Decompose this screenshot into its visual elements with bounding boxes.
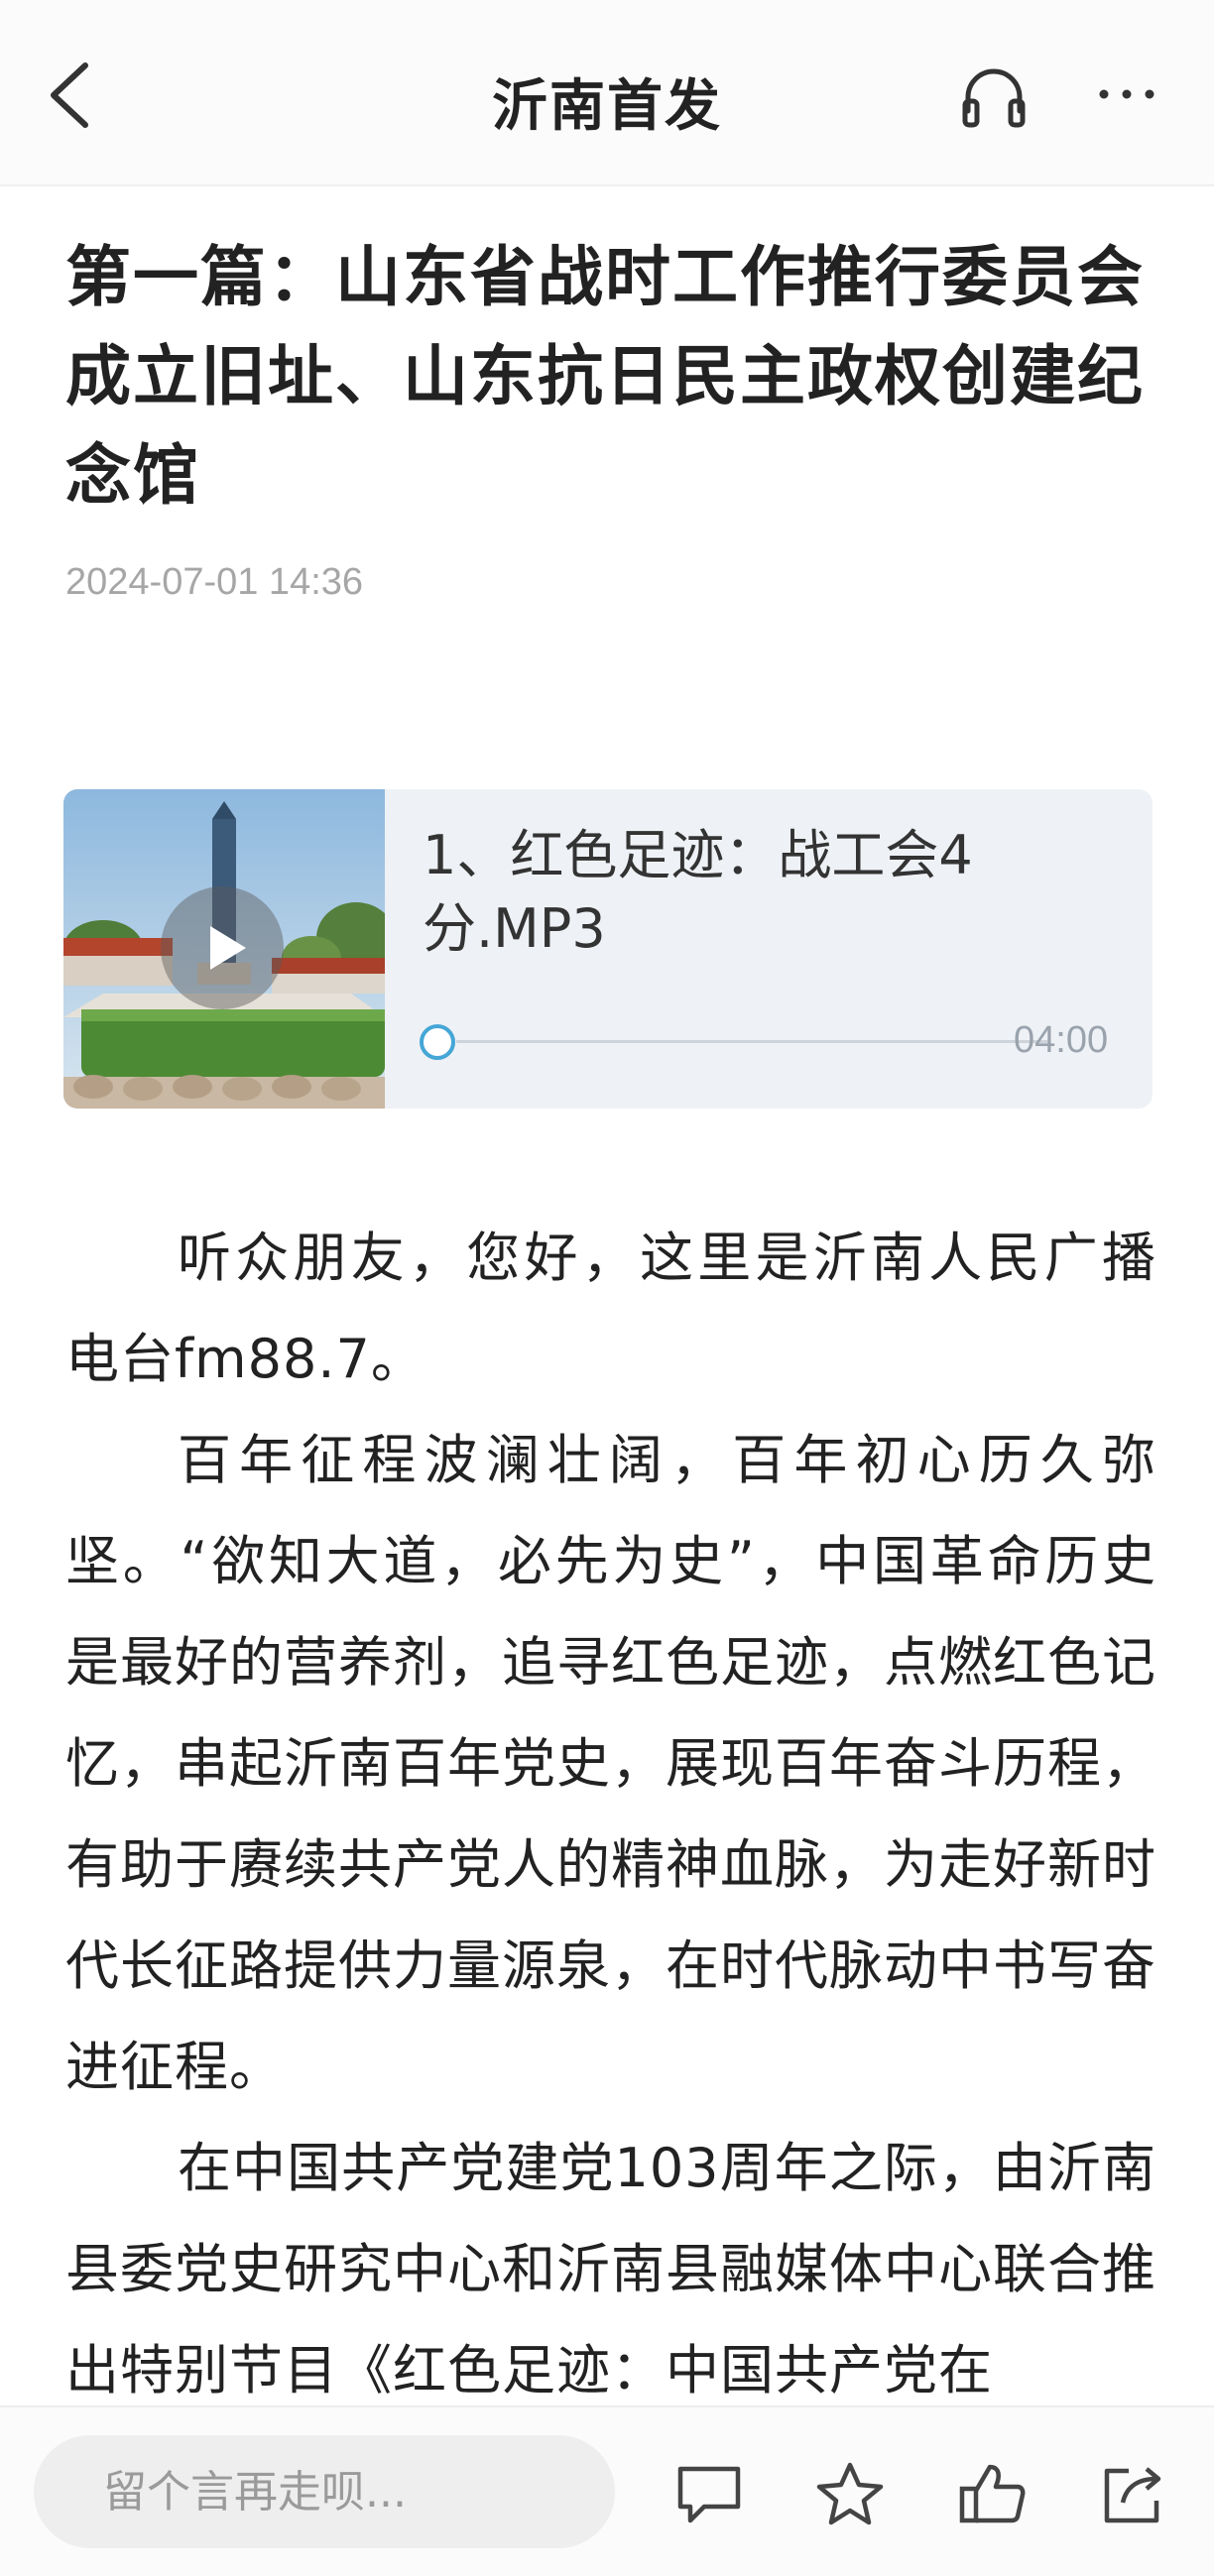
bottom-action-bar [0, 2405, 1214, 2576]
share-icon[interactable] [1099, 2461, 1168, 2526]
comment-icon[interactable] [674, 2461, 744, 2526]
progress-slider-handle[interactable] [420, 1024, 455, 1060]
page-title: 沂南首发 [492, 74, 722, 139]
audio-file-name: 1、红色足迹：战工会4分.MP3 [423, 824, 973, 960]
audio-player-card[interactable]: 1、红色足迹：战工会4分.MP3 04:00 [63, 789, 1153, 1109]
top-nav-bar: 沂南首发 [0, 0, 1214, 186]
play-icon [210, 926, 246, 970]
more-icon[interactable] [1096, 79, 1157, 109]
star-icon[interactable] [815, 2461, 885, 2526]
article-body: 听众朋友，您好，这里是沂南人民广播电台fm88.7。 百年征程波澜壮阔，百年初心… [65, 1208, 1156, 2421]
audio-duration: 04:00 [1014, 1019, 1109, 1061]
progress-track[interactable] [456, 1040, 1047, 1043]
publish-date: 2024-07-01 14:36 [65, 561, 364, 603]
body-paragraph: 在中国共产党建党103周年之际，由沂南县委党史研究中心和沂南县融媒体中心联合推出… [65, 2137, 1156, 2401]
comment-input[interactable] [34, 2435, 615, 2548]
body-paragraph: 听众朋友，您好，这里是沂南人民广播电台fm88.7。 [65, 1227, 1156, 1390]
thumbs-up-icon[interactable] [958, 2461, 1028, 2526]
play-button[interactable] [161, 886, 284, 1009]
headphones-icon[interactable] [960, 63, 1028, 131]
body-paragraph: 百年征程波澜壮阔，百年初心历久弥坚。“欲知大道，必先为史”，中国革命历史是最好的… [65, 1429, 1156, 2098]
article-title: 第一篇：山东省战时工作推行委员会成立旧址、山东抗日民主政权创建纪念馆 [65, 239, 1145, 514]
